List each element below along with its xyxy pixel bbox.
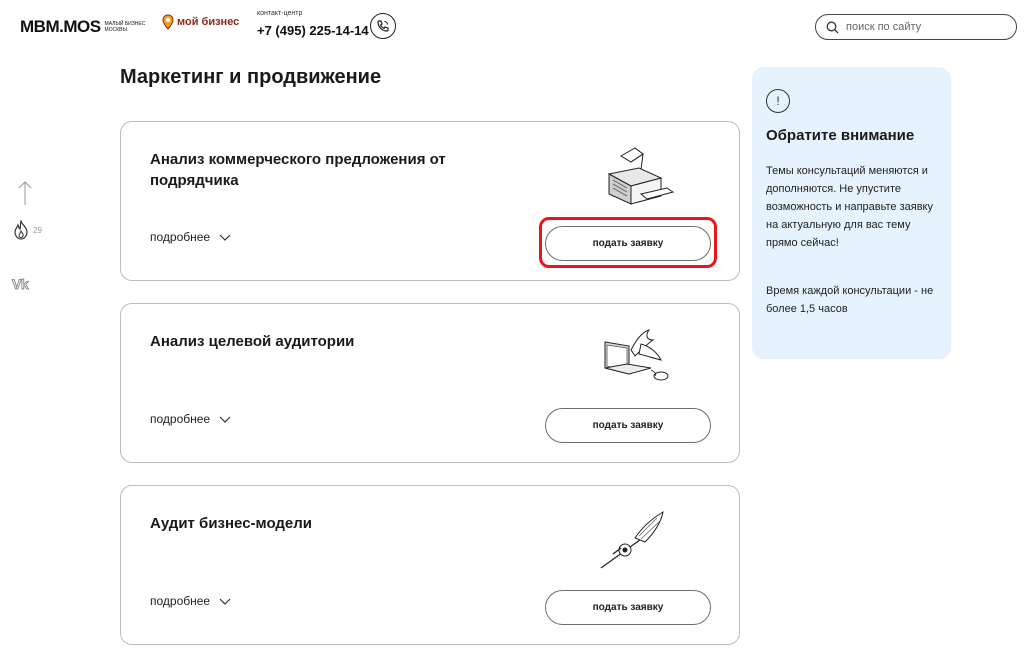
apply-button[interactable]: подать заявку — [545, 408, 711, 443]
contact-center: контакт-центр +7 (495) 225-14-14 — [257, 10, 369, 38]
more-label: подробнее — [150, 230, 211, 244]
search-input[interactable] — [846, 21, 996, 33]
contact-label: контакт-центр — [257, 10, 303, 17]
printer-icon — [607, 147, 675, 205]
more-label: подробнее — [150, 412, 211, 426]
mbm-logo[interactable]: MBM.MOS малый бизнес москвы — [20, 17, 151, 37]
consultation-card: Аудит бизнес-модели подробнее подать зая… — [120, 485, 740, 645]
search-icon — [826, 21, 839, 33]
mbm-logo-subtitle: малый бизнес москвы — [104, 21, 146, 33]
notice-text: Темы консультаций меняются и дополняются… — [766, 165, 933, 249]
mbm-logo-text: MBM.MOS — [20, 17, 101, 36]
pen-icon — [600, 510, 664, 569]
card-title: Анализ коммерческого предложения от подр… — [150, 151, 446, 189]
more-toggle[interactable]: подробнее — [150, 412, 231, 426]
fire-icon — [14, 220, 28, 240]
chevron-down-icon — [219, 416, 231, 423]
call-button[interactable] — [370, 13, 396, 39]
more-toggle[interactable]: подробнее — [150, 230, 231, 244]
arrow-up-icon[interactable] — [17, 180, 33, 206]
more-label: подробнее — [150, 594, 211, 608]
moy-biznes-logo[interactable]: мой бизнес — [162, 14, 239, 30]
chevron-down-icon — [219, 598, 231, 605]
notice-duration-text: Время каждой консультации - не более 1,5… — [766, 285, 934, 315]
laptop-icon — [604, 329, 669, 381]
notice-panel: ! Обратите внимание Темы консультаций ме… — [752, 67, 951, 359]
vk-icon[interactable]: Vk — [12, 276, 29, 293]
consultation-card: Анализ коммерческого предложения от подр… — [120, 121, 740, 281]
exclamation-icon: ! — [766, 89, 790, 113]
apply-button[interactable]: подать заявку — [545, 590, 711, 625]
like-counter[interactable]: 29 — [12, 220, 42, 240]
apply-button[interactable]: подать заявку — [545, 226, 711, 261]
page-title: Маркетинг и продвижение — [120, 66, 382, 88]
search-box[interactable] — [815, 14, 1017, 40]
phone-icon — [377, 20, 389, 32]
site-header: MBM.MOS малый бизнес москвы мой бизнес к… — [0, 0, 1024, 56]
card-title: Аудит бизнес-модели — [150, 515, 313, 532]
notice-title: Обратите внимание — [766, 127, 915, 144]
location-pin-icon — [162, 14, 174, 30]
more-toggle[interactable]: подробнее — [150, 594, 231, 608]
chevron-down-icon — [219, 234, 231, 241]
consultation-card: Анализ целевой аудитории подробнее подат… — [120, 303, 740, 463]
like-count: 29 — [33, 225, 42, 235]
moy-biznes-text: мой бизнес — [177, 16, 240, 28]
phone-number[interactable]: +7 (495) 225-14-14 — [257, 23, 369, 38]
card-title: Анализ целевой аудитории — [150, 333, 355, 350]
